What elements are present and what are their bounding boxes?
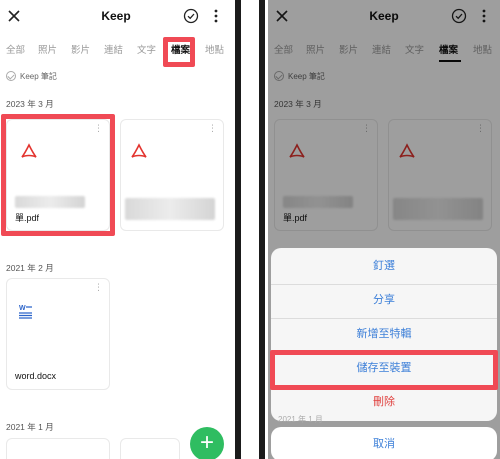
- more-vertical-icon[interactable]: [211, 8, 221, 24]
- pdf-card-highlight: [1, 114, 115, 236]
- file-card-partial[interactable]: [120, 438, 180, 459]
- select-check-icon[interactable]: [183, 8, 199, 24]
- phone-screen-right: Keep 全部 照片 影片 連結 文字 檔案 地點 Keep 筆記 2023 年…: [268, 0, 500, 459]
- section-date: 2021 年 2 月: [6, 263, 54, 273]
- phone-screen-left: Keep 全部 照片 影片 連結 文字 檔案 地點 Keep 筆記 2023 年…: [0, 0, 232, 459]
- cancel-button[interactable]: 取消: [271, 427, 497, 459]
- top-bar: Keep: [0, 0, 232, 34]
- tab-bar: 全部 照片 影片 連結 文字 檔案 地點: [0, 38, 232, 62]
- checkbox-icon: [6, 71, 16, 81]
- action-sheet: 釘選 分享 新增至特輯 儲存至裝置 刪除: [271, 248, 497, 421]
- tab-text[interactable]: 文字: [137, 42, 156, 56]
- add-to-album-option[interactable]: 新增至特輯: [271, 316, 497, 353]
- pin-option[interactable]: 釘選: [271, 248, 497, 285]
- tab-locations[interactable]: 地點: [205, 42, 224, 56]
- card-more-icon[interactable]: ⋮: [94, 283, 103, 292]
- file-card-partial[interactable]: [6, 438, 110, 459]
- blurred-filename: [125, 198, 215, 220]
- card-more-icon[interactable]: ⋮: [208, 124, 217, 133]
- pdf-icon: [131, 143, 147, 158]
- phone-bezel: [235, 0, 241, 459]
- device-gap: [232, 0, 268, 459]
- share-option[interactable]: 分享: [271, 282, 497, 319]
- section-date: 2023 年 3 月: [6, 99, 54, 109]
- files-tab-highlight: [163, 37, 195, 67]
- phone-bezel: [259, 0, 265, 459]
- add-button[interactable]: +: [190, 427, 224, 459]
- keep-note-label: Keep 筆記: [20, 71, 57, 81]
- keep-note-filter[interactable]: Keep 筆記: [6, 70, 57, 82]
- section-date: 2021 年 1 月: [6, 422, 54, 432]
- file-name: word.docx: [15, 371, 57, 381]
- file-card-pdf-2[interactable]: ⋮: [120, 119, 224, 231]
- word-doc-icon: W: [19, 305, 32, 319]
- tab-videos[interactable]: 影片: [71, 42, 90, 56]
- tab-links[interactable]: 連結: [104, 42, 123, 56]
- section-date: 2021 年 1 月: [278, 415, 323, 424]
- tab-all[interactable]: 全部: [6, 42, 25, 56]
- svg-text:W: W: [19, 305, 26, 312]
- file-card-docx[interactable]: ⋮ W word.docx: [6, 278, 110, 390]
- save-to-device-highlight: [270, 350, 498, 390]
- tab-photos[interactable]: 照片: [38, 42, 57, 56]
